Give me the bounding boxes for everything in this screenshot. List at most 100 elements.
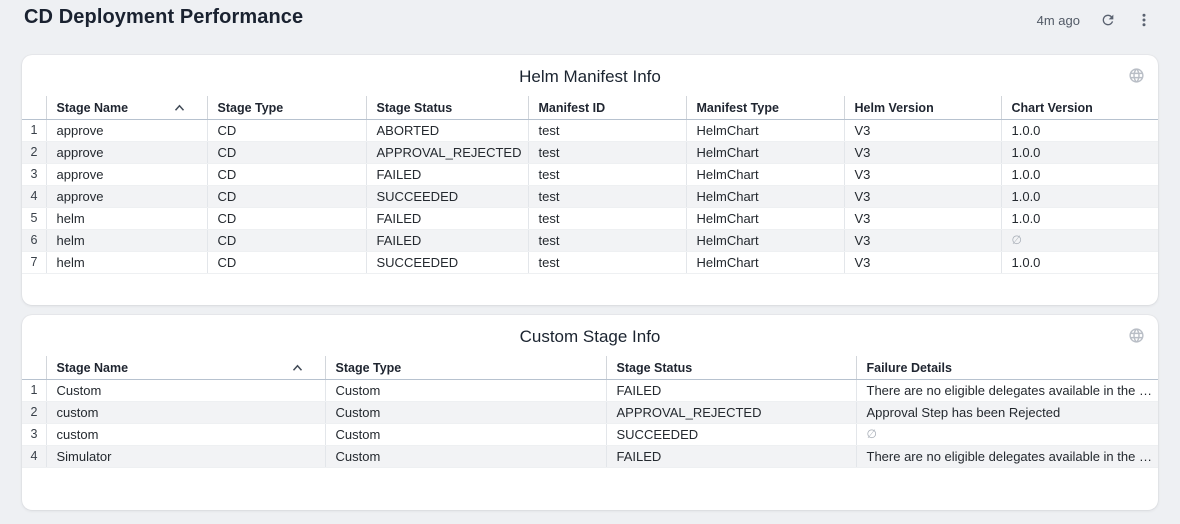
column-header-stage-type[interactable]: Stage Type bbox=[207, 96, 366, 120]
cell-manifest-type: HelmChart bbox=[686, 186, 844, 208]
row-number: 5 bbox=[22, 208, 46, 230]
cell-manifest-id: test bbox=[528, 208, 686, 230]
column-header-manifest-type[interactable]: Manifest Type bbox=[686, 96, 844, 120]
cell-stage-type: CD bbox=[207, 230, 366, 252]
cell-stage-status: SUCCEEDED bbox=[366, 186, 528, 208]
cell-stage-type: CD bbox=[207, 142, 366, 164]
cell-manifest-type: HelmChart bbox=[686, 120, 844, 142]
row-number-header bbox=[22, 356, 46, 380]
column-header-stage-status[interactable]: Stage Status bbox=[366, 96, 528, 120]
table-header-row: Stage Name Stage Type Stage Status Manifest… bbox=[22, 96, 1158, 120]
cell-manifest-type: HelmChart bbox=[686, 164, 844, 186]
page-title: CD Deployment Performance bbox=[24, 6, 303, 29]
row-number: 4 bbox=[22, 186, 46, 208]
column-header-failure-details[interactable]: Failure Details bbox=[856, 356, 1158, 380]
custom-stage-table: Stage Name Stage Type Stage Status Failure … bbox=[22, 356, 1158, 468]
cell-stage-name: approve bbox=[46, 120, 207, 142]
cell-stage-status: FAILED bbox=[606, 380, 856, 402]
column-header-stage-type[interactable]: Stage Type bbox=[325, 356, 606, 380]
table-row: 3customCustomSUCCEEDED∅ bbox=[22, 424, 1158, 446]
cell-stage-name: helm bbox=[46, 208, 207, 230]
cell-manifest-id: test bbox=[528, 142, 686, 164]
row-number-header bbox=[22, 96, 46, 120]
column-label: Stage Status bbox=[377, 101, 453, 115]
column-label: Manifest Type bbox=[697, 101, 779, 115]
table-row: 1approveCDABORTEDtestHelmChartV31.0.0 bbox=[22, 120, 1158, 142]
column-label: Failure Details bbox=[867, 361, 952, 375]
cell-stage-status: APPROVAL_REJECTED bbox=[366, 142, 528, 164]
column-label: Stage Type bbox=[336, 361, 402, 375]
cell-chart-version: 1.0.0 bbox=[1001, 142, 1158, 164]
row-number: 7 bbox=[22, 252, 46, 274]
cell-stage-status: SUCCEEDED bbox=[366, 252, 528, 274]
panel-custom-stage-info: Custom Stage Info Stage NameStage TypeSt… bbox=[22, 315, 1158, 510]
cell-manifest-id: test bbox=[528, 120, 686, 142]
helm-manifest-table: Stage Name Stage Type Stage Status Manifest… bbox=[22, 96, 1158, 274]
column-label: Helm Version bbox=[855, 101, 934, 115]
sort-ascending-icon bbox=[174, 104, 185, 112]
column-label: Stage Status bbox=[617, 361, 693, 375]
table-row: 4SimulatorCustomFAILEDThere are no eligi… bbox=[22, 446, 1158, 468]
column-header-stage-name[interactable]: Stage Name bbox=[46, 96, 207, 120]
table-row: 7helmCDSUCCEEDEDtestHelmChartV31.0.0 bbox=[22, 252, 1158, 274]
cell-stage-type: CD bbox=[207, 186, 366, 208]
cell-stage-type: Custom bbox=[325, 402, 606, 424]
cell-chart-version: 1.0.0 bbox=[1001, 252, 1158, 274]
column-label: Stage Name bbox=[57, 101, 129, 115]
column-label: Stage Type bbox=[218, 101, 284, 115]
cell-helm-version: V3 bbox=[844, 164, 1001, 186]
cell-manifest-type: HelmChart bbox=[686, 230, 844, 252]
table-row: 1CustomCustomFAILEDThere are no eligible… bbox=[22, 380, 1158, 402]
cell-failure-details: There are no eligible delegates availabl… bbox=[856, 446, 1158, 468]
row-number: 3 bbox=[22, 164, 46, 186]
cell-chart-version: 1.0.0 bbox=[1001, 120, 1158, 142]
column-header-chart-version[interactable]: Chart Version bbox=[1001, 96, 1158, 120]
cell-failure-details: There are no eligible delegates availabl… bbox=[856, 380, 1158, 402]
table-header-row: Stage Name Stage Type Stage Status Failure … bbox=[22, 356, 1158, 380]
column-header-stage-status[interactable]: Stage Status bbox=[606, 356, 856, 380]
table-row: 5helmCDFAILEDtestHelmChartV31.0.0 bbox=[22, 208, 1158, 230]
table-row: 2customCustomAPPROVAL_REJECTEDApproval S… bbox=[22, 402, 1158, 424]
cell-stage-name: helm bbox=[46, 252, 207, 274]
cell-manifest-type: HelmChart bbox=[686, 142, 844, 164]
row-number: 1 bbox=[22, 120, 46, 142]
cell-manifest-type: HelmChart bbox=[686, 208, 844, 230]
panel-menu-button[interactable] bbox=[1136, 12, 1152, 28]
kebab-menu-icon bbox=[1136, 12, 1152, 28]
globe-icon[interactable] bbox=[1128, 67, 1145, 84]
cell-stage-name: Custom bbox=[46, 380, 325, 402]
cell-manifest-id: test bbox=[528, 164, 686, 186]
refresh-button[interactable] bbox=[1100, 12, 1116, 28]
column-header-helm-version[interactable]: Helm Version bbox=[844, 96, 1001, 120]
cell-stage-type: Custom bbox=[325, 424, 606, 446]
cell-stage-type: CD bbox=[207, 120, 366, 142]
column-header-manifest-id[interactable]: Manifest ID bbox=[528, 96, 686, 120]
row-number: 2 bbox=[22, 402, 46, 424]
cell-stage-status: ABORTED bbox=[366, 120, 528, 142]
column-label: Manifest ID bbox=[539, 101, 606, 115]
cell-manifest-id: test bbox=[528, 252, 686, 274]
row-number: 1 bbox=[22, 380, 46, 402]
cell-chart-version: 1.0.0 bbox=[1001, 164, 1158, 186]
cell-stage-status: FAILED bbox=[606, 446, 856, 468]
cell-failure-details: ∅ bbox=[856, 424, 1158, 446]
table-row: 2approveCDAPPROVAL_REJECTEDtestHelmChart… bbox=[22, 142, 1158, 164]
last-refresh-label: 4m ago bbox=[1037, 13, 1080, 28]
panel-title[interactable]: Helm Manifest Info bbox=[22, 55, 1158, 88]
column-header-stage-name[interactable]: Stage Name bbox=[46, 356, 325, 380]
cell-stage-type: Custom bbox=[325, 446, 606, 468]
cell-chart-version: 1.0.0 bbox=[1001, 208, 1158, 230]
cell-chart-version: 1.0.0 bbox=[1001, 186, 1158, 208]
table-row: 4approveCDSUCCEEDEDtestHelmChartV31.0.0 bbox=[22, 186, 1158, 208]
column-label: Stage Name bbox=[57, 361, 129, 375]
cell-helm-version: V3 bbox=[844, 120, 1001, 142]
panel-helm-manifest-info: Helm Manifest Info Stage NameStage TypeS… bbox=[22, 55, 1158, 305]
cell-stage-type: Custom bbox=[325, 380, 606, 402]
row-number: 4 bbox=[22, 446, 46, 468]
cell-stage-status: FAILED bbox=[366, 230, 528, 252]
globe-icon[interactable] bbox=[1128, 327, 1145, 344]
cell-stage-name: approve bbox=[46, 186, 207, 208]
row-number: 3 bbox=[22, 424, 46, 446]
cell-helm-version: V3 bbox=[844, 252, 1001, 274]
panel-title[interactable]: Custom Stage Info bbox=[22, 315, 1158, 348]
